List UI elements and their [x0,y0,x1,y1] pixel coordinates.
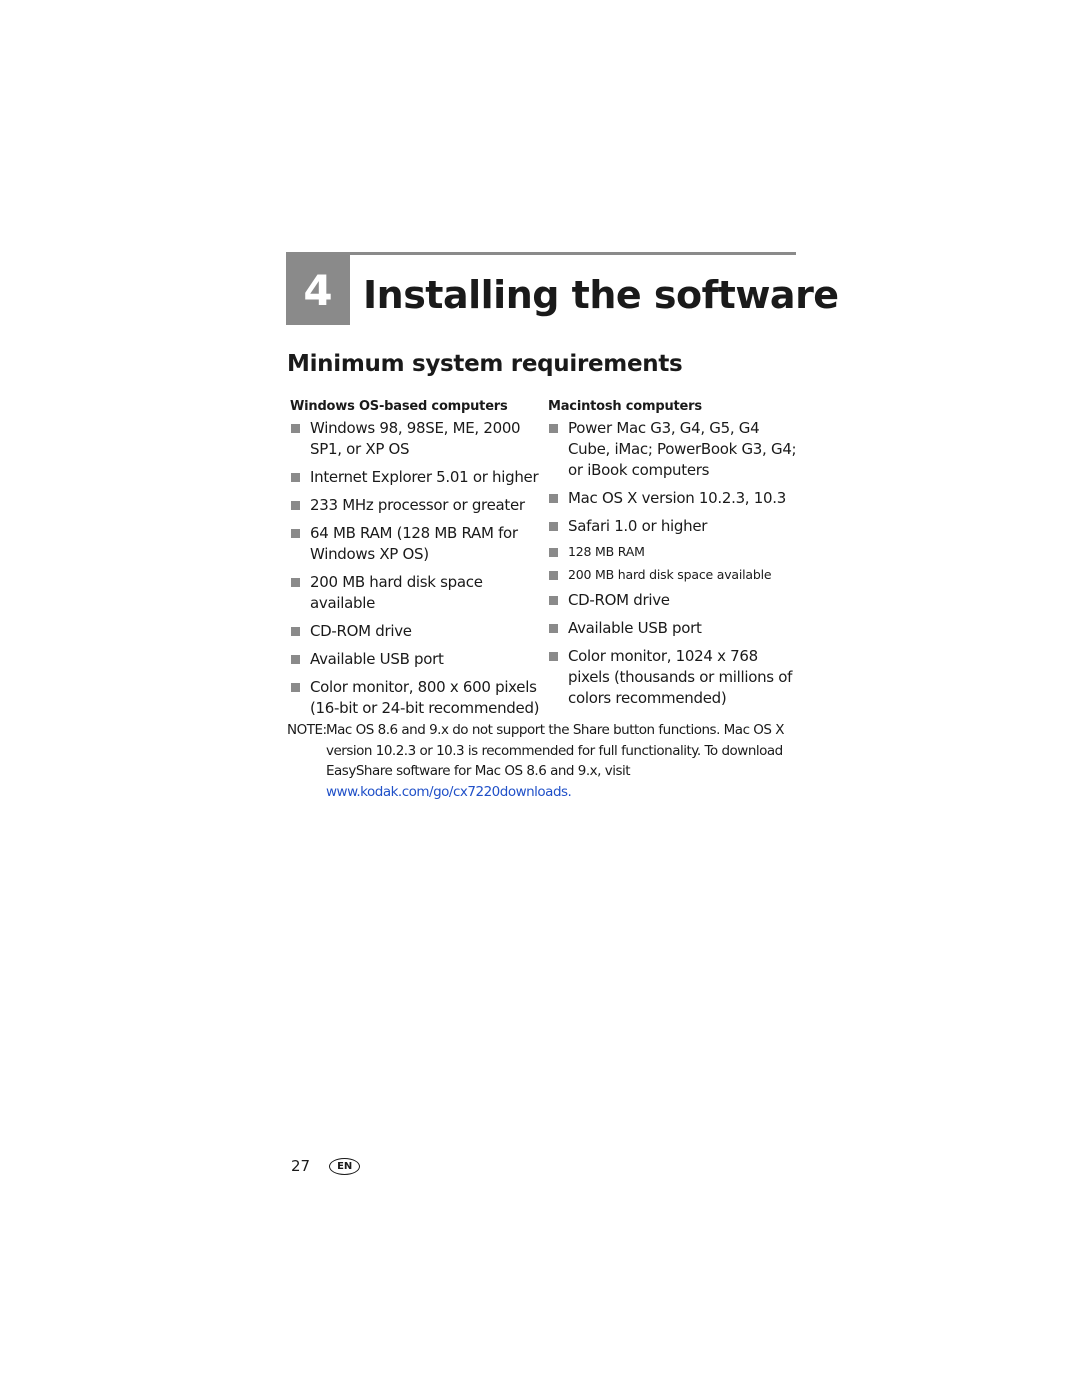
note-text: Mac OS 8.6 and 9.x do not support the Sh… [326,722,785,779]
page-number: 27 [291,1157,311,1175]
download-link[interactable]: www.kodak.com/go/cx7220downloads. [326,784,572,800]
bullet-icon [549,652,558,661]
list-item: Available USB port [548,618,798,639]
bullet-icon [549,571,558,580]
chapter-title: Installing the software [363,273,839,317]
bullet-icon [291,529,300,538]
windows-heading: Windows OS-based computers [290,399,508,414]
list-item: Internet Explorer 5.01 or higher [290,467,542,488]
list-item: Color monitor, 800 x 600 pixels (16-bit … [290,677,542,719]
list-item: 200 MB hard disk space available [290,572,542,614]
list-item: 233 MHz processor or greater [290,495,542,516]
bullet-icon [549,624,558,633]
list-item: 200 MB hard disk space available [548,567,798,583]
bullet-icon [291,655,300,664]
bullet-icon [291,578,300,587]
list-item: CD-ROM drive [548,590,798,611]
note-label: NOTE: [287,722,327,738]
list-item: CD-ROM drive [290,621,542,642]
list-item: Available USB port [290,649,542,670]
note: NOTE: Mac OS 8.6 and 9.x do not support … [287,720,799,802]
bullet-icon [291,683,300,692]
list-item: Power Mac G3, G4, G5, G4 Cube, iMac; Pow… [548,418,798,481]
bullet-icon [291,424,300,433]
bullet-icon [291,473,300,482]
list-item: 128 MB RAM [548,544,798,560]
windows-requirements: Windows OS-based computers Windows 98, 9… [290,399,542,726]
list-item: 64 MB RAM (128 MB RAM for Windows XP OS) [290,523,542,565]
bullet-icon [291,501,300,510]
bullet-icon [549,596,558,605]
bullet-icon [291,627,300,636]
list-item: Mac OS X version 10.2.3, 10.3 [548,488,798,509]
bullet-icon [549,522,558,531]
list-item: Color monitor, 1024 x 768 pixels (thousa… [548,646,798,709]
bullet-icon [549,494,558,503]
chapter-number: 4 [286,255,350,325]
list-item: Windows 98, 98SE, ME, 2000 SP1, or XP OS [290,418,542,460]
bullet-icon [549,424,558,433]
mac-requirements: Macintosh computers Power Mac G3, G4, G5… [548,399,798,716]
language-badge-icon: EN [329,1157,361,1175]
chapter-rule [286,252,796,255]
bullet-icon [549,548,558,557]
mac-heading: Macintosh computers [548,399,702,414]
list-item: Safari 1.0 or higher [548,516,798,537]
section-title: Minimum system requirements [287,351,683,377]
page-footer: 27 EN [291,1157,361,1175]
